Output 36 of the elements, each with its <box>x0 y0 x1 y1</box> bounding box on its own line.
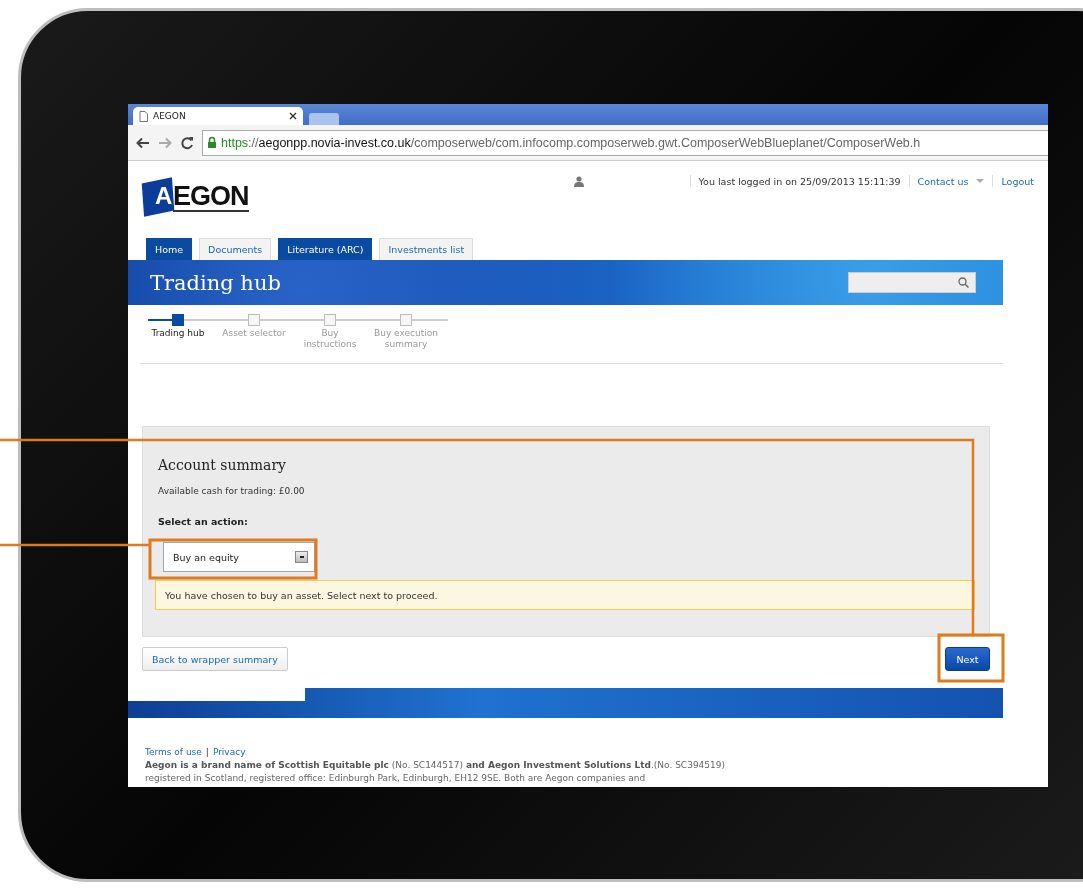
close-icon[interactable] <box>289 112 297 120</box>
step-label: Asset selector <box>221 328 287 339</box>
header-link[interactable]: Contact us <box>917 175 969 187</box>
address-field[interactable]: https://aegonpp.novia-invest.co.uk/composerweb/com.infocomp.composerweb.gwt.ComposerWebBlueplanet/ComposerWeb.h <box>202 129 1048 156</box>
info-message: You have chosen to buy an asset. Select next to proceed. <box>155 580 975 610</box>
nav-tab[interactable]: Documents <box>199 238 272 260</box>
step-label: Trading hub <box>150 328 206 339</box>
search-icon[interactable] <box>958 277 969 288</box>
page-icon <box>139 110 148 122</box>
step-label: Buy instructions <box>302 328 358 350</box>
legal-text: Aegon is a brand name of Scottish Equitable plc (No. SC144517) and Aegon Investment Solutions Ltd.(No. SC394519) registered in Scotland, registered office: Edinburgh Park, Edinburgh, EH12 9SE. Both are Aegon companies and <box>145 759 727 785</box>
reload-icon[interactable] <box>180 135 194 150</box>
panel-title: Account summary <box>158 457 288 473</box>
back-arrow-icon[interactable] <box>136 136 150 149</box>
user-icon <box>573 175 584 187</box>
link-separator: | <box>205 746 209 759</box>
footer-link[interactable]: Privacy <box>212 746 246 759</box>
last-login-text: You last logged in on 25/09/2013 15:11:39 <box>698 175 901 187</box>
aegon-logo[interactable]: AEGON <box>143 177 249 217</box>
search-field[interactable] <box>848 272 976 293</box>
page-title: Trading hub <box>150 270 281 295</box>
padlock-icon <box>207 136 217 149</box>
tab-title: AEGON <box>153 111 187 121</box>
nav-tab[interactable]: Literature (ARC) <box>278 238 373 260</box>
nav-tab[interactable]: Home <box>146 238 193 260</box>
field-label: Select an action: <box>158 516 249 527</box>
nav-tab[interactable]: Investments list <box>379 238 474 260</box>
callout-frame <box>937 633 1005 683</box>
browser-tab[interactable]: AEGON <box>133 107 303 125</box>
footer-link[interactable]: Terms of use <box>145 746 202 759</box>
available-cash-text: Available cash for trading: £0.00 <box>158 486 306 496</box>
header-link[interactable]: Logout <box>1001 175 1034 187</box>
step-label: Buy execution summary <box>373 328 439 350</box>
next-button[interactable]: Next <box>945 647 990 671</box>
action-dropdown[interactable]: Buy an equity <box>163 542 315 572</box>
back-button[interactable]: Back to wrapper summary <box>142 647 288 671</box>
